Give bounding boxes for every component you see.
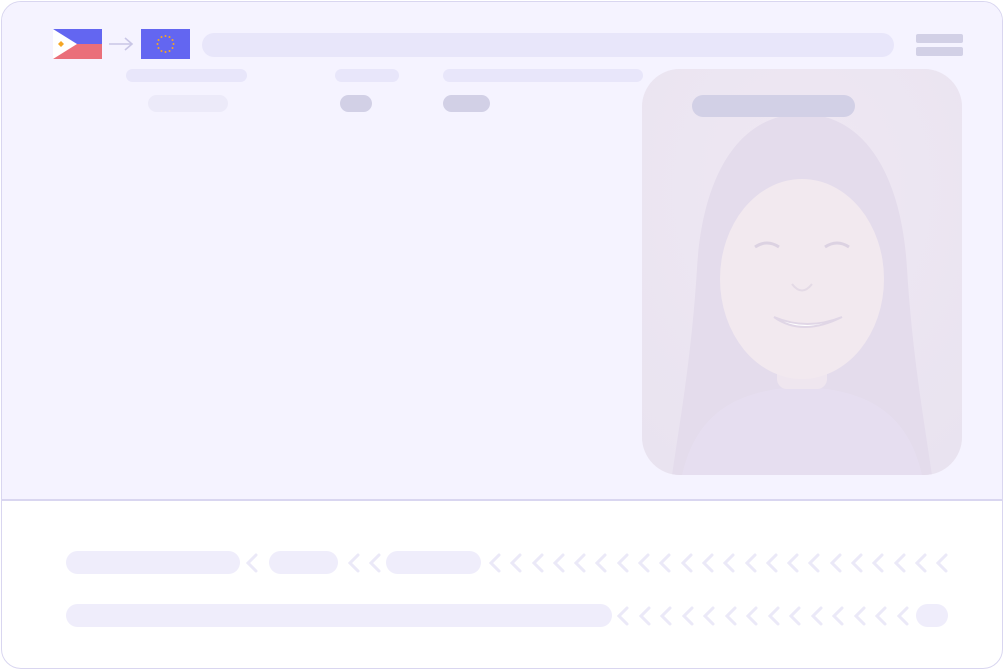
portrait-photo [642,69,962,475]
field-label-placeholder [335,69,399,82]
chevron-left-icon [724,606,737,626]
photo-label-placeholder [692,95,855,117]
chevron-left-icon [829,553,842,573]
chevron-left-icon [616,606,629,626]
mrz-line-2 [2,604,1002,628]
chevron-left-icon [831,606,844,626]
chevron-left-icon [807,553,820,573]
chevron-left-icon [874,606,887,626]
field-label-placeholder [126,69,247,82]
chevron-left-icon [573,553,586,573]
chevron-left-icon [488,553,501,573]
chevron-left-icon [850,553,863,573]
chevron-left-icon [765,553,778,573]
id-card [1,1,1003,669]
chevron-left-icon [914,553,927,573]
chevron-left-icon [722,553,735,573]
chevron-left-icon [786,553,799,573]
chevron-left-icon [853,606,866,626]
chevron-left-icon [658,553,671,573]
chevron-left-icon [788,606,801,626]
chevron-left-icon [745,606,758,626]
chevron-left-icon [896,606,909,626]
mrz-filler-chevrons [245,553,948,573]
chevron-left-icon [659,606,672,626]
chevron-left-icon [509,553,522,573]
chevron-left-icon [744,553,757,573]
mrz-filler-chevrons [616,606,909,626]
chevron-left-icon [701,553,714,573]
chevron-left-icon [681,606,694,626]
field-value-placeholder [148,95,228,112]
chevron-left-icon [245,553,258,573]
chevron-left-icon [552,553,565,573]
chevron-left-icon [810,606,823,626]
field-label-placeholder [443,69,643,82]
eu-flag-icon [141,29,190,59]
field-value-placeholder [443,95,490,112]
chevron-left-icon [680,553,693,573]
chevron-left-icon [767,606,780,626]
mrz-line-1 [2,551,1002,575]
chevron-left-icon [638,606,651,626]
person-portrait-icon [642,69,962,475]
chevron-left-icon [935,553,948,573]
philippines-flag-icon [53,29,102,59]
chevron-left-icon [616,553,629,573]
chevron-left-icon [594,553,607,573]
chevron-left-icon [702,606,715,626]
card-front [2,2,1002,501]
title-placeholder [202,33,894,57]
chevron-left-icon [637,553,650,573]
chevron-left-icon [368,553,381,573]
menu-icon[interactable] [916,33,964,57]
arrow-right-icon [109,37,134,51]
chevron-left-icon [531,553,544,573]
chevron-left-icon [347,553,360,573]
field-value-placeholder [340,95,372,112]
chevron-left-icon [871,553,884,573]
chevron-left-icon [893,553,906,573]
